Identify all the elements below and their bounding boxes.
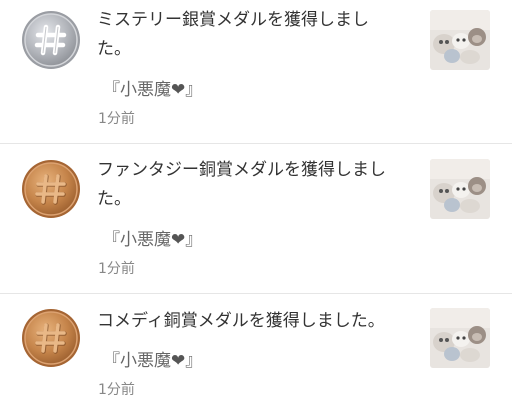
heart-icon: ❤ [171,351,186,371]
silver-medal-icon [21,10,81,70]
timestamp: 1分前 [98,261,135,277]
notification-message: ファンタジー銅賞メダルを獲得しました。 [97,160,386,209]
title-close: 』 [185,230,203,250]
notification-item[interactable]: ファンタジー銅賞メダルを獲得しました。 『小悪魔❤』 1分前 [0,143,512,293]
timestamp: 1分前 [98,111,135,127]
notification-feed: ミステリー銀賞メダルを獲得しました。 『小悪魔❤』 1分前 ファンタジー銅賞メダ… [0,0,512,413]
bronze-medal-icon [21,308,81,368]
notification-item[interactable]: コメディ銅賞メダルを獲得しました。 『小悪魔❤』 1分前 [0,293,512,413]
timestamp: 1分前 [98,382,135,398]
work-title[interactable]: 『小悪魔❤』 [103,346,202,371]
title-open: 『小悪魔 [103,351,171,371]
plush-toys-thumbnail[interactable] [430,10,490,70]
heart-icon: ❤ [171,230,186,250]
title-close: 』 [185,351,203,371]
notification-message: ミステリー銀賞メダルを獲得しました。 [97,10,369,59]
title-close: 』 [185,80,203,100]
work-title[interactable]: 『小悪魔❤』 [103,75,202,100]
title-open: 『小悪魔 [103,230,171,250]
notification-item[interactable]: ミステリー銀賞メダルを獲得しました。 『小悪魔❤』 1分前 [0,0,512,143]
notification-message: コメディ銅賞メダルを獲得しました。 [97,311,385,331]
heart-icon: ❤ [171,80,186,100]
work-title[interactable]: 『小悪魔❤』 [103,225,202,250]
title-open: 『小悪魔 [103,80,171,100]
plush-toys-thumbnail[interactable] [430,159,490,219]
plush-toys-thumbnail[interactable] [430,308,490,368]
bronze-medal-icon [21,159,81,219]
